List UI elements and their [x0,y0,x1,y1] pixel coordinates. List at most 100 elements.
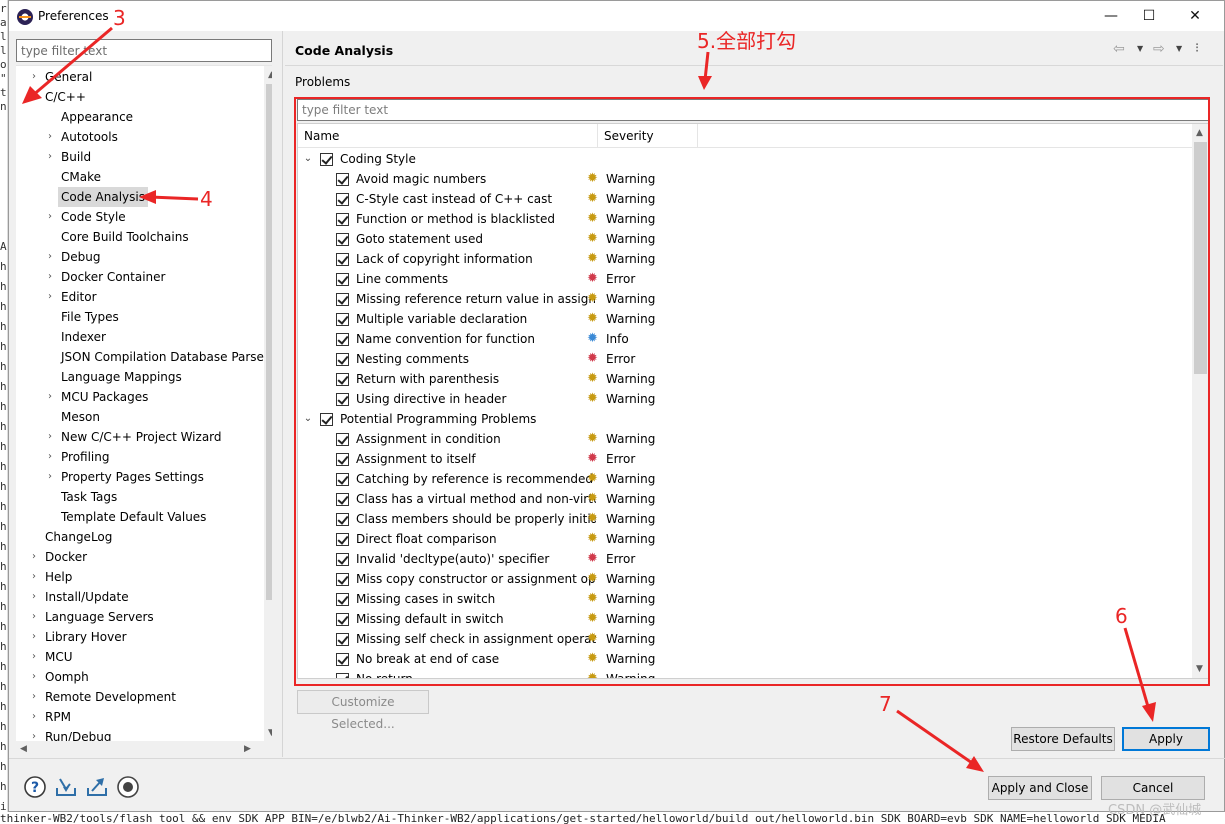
checkbox-checked[interactable] [336,513,349,526]
severity-cell[interactable]: ✹ Error [587,269,635,289]
problem-row[interactable]: No return ✹ Warning [298,669,1192,678]
problem-row[interactable]: Catching by reference is recommended ✹ War… [298,469,1192,489]
tree-item[interactable]: Code Analysis [16,187,264,207]
tree-item[interactable]: › Install/Update [16,587,264,607]
checkbox-checked[interactable] [336,293,349,306]
problem-row[interactable]: Class has a virtual method and non-virtu… [298,489,1192,509]
problem-row[interactable]: Nesting comments ✹ Error [298,349,1192,369]
problem-row[interactable]: No break at end of case ✹ Warning [298,649,1192,669]
checkbox-checked[interactable] [336,633,349,646]
problem-row[interactable]: Assignment in condition ✹ Warning [298,429,1192,449]
tree-item[interactable]: › Code Style [16,207,264,227]
tree-item[interactable]: › Oomph [16,667,264,687]
chevron-right-icon[interactable]: › [44,427,56,447]
problem-row[interactable]: C-Style cast instead of C++ cast ✹ Warning [298,189,1192,209]
view-menu-icon[interactable]: ⁝ [1195,41,1199,56]
checkbox-checked[interactable] [336,353,349,366]
problem-category-row[interactable]: ⌄ Potential Programming Problems [298,409,1192,429]
severity-cell[interactable]: ✹ Warning [587,229,655,249]
scroll-right-arrow-icon[interactable]: ▶ [244,744,251,754]
chevron-down-icon[interactable]: ⌄ [302,149,314,169]
severity-cell[interactable]: ✹ Warning [587,489,655,509]
chevron-right-icon[interactable]: › [28,727,40,741]
chevron-right-icon[interactable]: › [28,67,40,87]
scroll-down-arrow-icon[interactable]: ▼ [268,728,272,738]
severity-cell[interactable]: ✹ Warning [587,669,655,678]
checkbox-checked[interactable] [336,333,349,346]
help-icon[interactable]: ? [23,775,47,799]
chevron-right-icon[interactable]: › [28,687,40,707]
problem-row[interactable]: Missing cases in switch ✹ Warning [298,589,1192,609]
tree-item[interactable]: › Property Pages Settings [16,467,264,487]
table-scroll-thumb[interactable] [1194,142,1207,374]
tree-item[interactable]: ChangeLog [16,527,264,547]
tree-item[interactable]: › MCU [16,647,264,667]
checkbox-checked[interactable] [336,253,349,266]
checkbox-checked[interactable] [336,533,349,546]
chevron-right-icon[interactable]: › [44,267,56,287]
checkbox-checked[interactable] [336,593,349,606]
chevron-right-icon[interactable]: › [28,587,40,607]
chevron-right-icon[interactable]: › [44,467,56,487]
tree-item[interactable]: › Autotools [16,127,264,147]
problem-row[interactable]: Direct float comparison ✹ Warning [298,529,1192,549]
tree-item[interactable]: › Docker Container [16,267,264,287]
checkbox-checked[interactable] [336,173,349,186]
tree-item[interactable]: › Build [16,147,264,167]
checkbox-checked[interactable] [336,233,349,246]
checkbox-checked[interactable] [336,273,349,286]
severity-cell[interactable]: ✹ Warning [587,529,655,549]
import-icon[interactable] [54,775,78,799]
chevron-down-icon[interactable]: ⌄ [302,409,314,429]
checkbox-checked[interactable] [336,393,349,406]
problem-category-row[interactable]: ⌄ Coding Style [298,149,1192,169]
checkbox-checked[interactable] [336,373,349,386]
tree-item[interactable]: › Profiling [16,447,264,467]
tree-vertical-scrollbar[interactable]: ▲ ▼ [264,66,272,741]
pane-separator[interactable] [282,31,283,757]
chevron-right-icon[interactable]: › [44,207,56,227]
tree-item[interactable]: Core Build Toolchains [16,227,264,247]
apply-and-close-button[interactable]: Apply and Close [988,776,1092,800]
checkbox-checked[interactable] [336,653,349,666]
tree-item[interactable]: › General [16,67,264,87]
tree-item[interactable]: › MCU Packages [16,387,264,407]
problem-row[interactable]: Name convention for function ✹ Info [298,329,1192,349]
checkbox-checked[interactable] [336,313,349,326]
tree-item[interactable]: › Editor [16,287,264,307]
chevron-right-icon[interactable]: › [28,647,40,667]
checkbox-checked[interactable] [320,153,333,166]
problem-row[interactable]: Assignment to itself ✹ Error [298,449,1192,469]
severity-cell[interactable]: ✹ Warning [587,389,655,409]
tree-item[interactable]: Task Tags [16,487,264,507]
problem-row[interactable]: Function or method is blacklisted ✹ Warnin… [298,209,1192,229]
tree-item[interactable]: › Debug [16,247,264,267]
severity-cell[interactable]: ✹ Warning [587,609,655,629]
severity-cell[interactable]: ✹ Info [587,329,629,349]
severity-cell[interactable]: ✹ Warning [587,369,655,389]
back-arrow-icon[interactable]: ⇦ [1113,41,1125,57]
severity-cell[interactable]: ✹ Warning [587,569,655,589]
checkbox-checked[interactable] [336,573,349,586]
restore-defaults-button[interactable]: Restore Defaults [1011,727,1115,751]
checkbox-checked[interactable] [336,193,349,206]
problem-row[interactable]: Missing default in switch ✹ Warning [298,609,1192,629]
chevron-right-icon[interactable]: › [28,547,40,567]
problem-row[interactable]: Goto statement used ✹ Warning [298,229,1192,249]
severity-cell[interactable]: ✹ Warning [587,509,655,529]
tree-item[interactable]: › Language Servers [16,607,264,627]
chevron-right-icon[interactable]: › [28,607,40,627]
problem-row[interactable]: Lack of copyright information ✹ Warning [298,249,1192,269]
tree-item[interactable]: Language Mappings [16,367,264,387]
tree-item[interactable]: › Remote Development [16,687,264,707]
checkbox-checked[interactable] [336,553,349,566]
chevron-right-icon[interactable]: › [44,147,56,167]
problem-row[interactable]: Missing self check in assignment operato… [298,629,1192,649]
checkbox-checked[interactable] [336,213,349,226]
severity-cell[interactable]: ✹ Error [587,549,635,569]
chevron-right-icon[interactable]: › [28,627,40,647]
chevron-right-icon[interactable]: › [44,287,56,307]
chevron-right-icon[interactable]: › [28,667,40,687]
checkbox-checked[interactable] [336,613,349,626]
scroll-down-arrow-icon[interactable]: ▼ [1196,664,1203,674]
